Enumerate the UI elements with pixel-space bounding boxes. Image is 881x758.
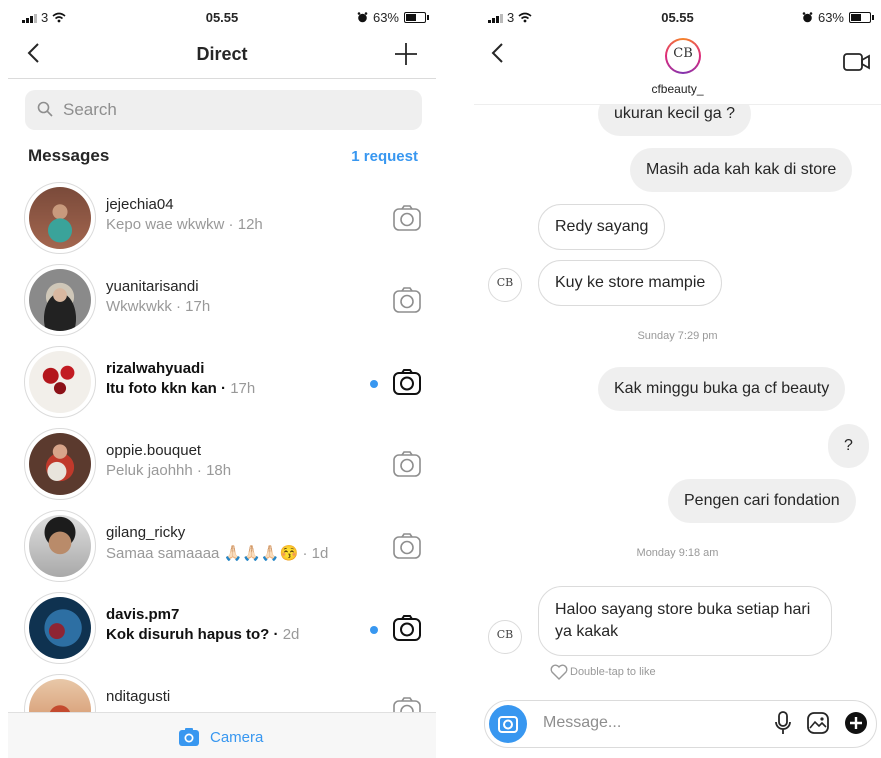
- thread-username: rizalwahyuadi: [106, 360, 205, 377]
- avatar: [24, 264, 96, 336]
- thread-row[interactable]: yuanitarisandi Wkwkwkk · 17h: [8, 260, 436, 340]
- direct-inbox-screen: 3 05.55 63% Direct Search Messages 1 req…: [8, 0, 436, 758]
- battery-indicator: 63%: [357, 10, 429, 25]
- microphone-icon[interactable]: [774, 711, 792, 735]
- message-composer: Message...: [484, 700, 877, 748]
- video-call-icon[interactable]: [843, 52, 871, 72]
- thread-username: yuanitarisandi: [106, 278, 199, 295]
- message-bubble-sent[interactable]: Kak minggu buka ga cf beauty: [598, 367, 846, 411]
- chat-username[interactable]: cfbeauty_: [474, 82, 881, 96]
- battery-percent: 63%: [372, 10, 399, 25]
- search-placeholder: Search: [63, 100, 117, 119]
- battery-percent: 63%: [817, 10, 844, 25]
- camera-icon[interactable]: [392, 450, 422, 478]
- thread-preview: Kepo wae wkwkw · 12h: [106, 216, 263, 233]
- heart-icon: [550, 664, 568, 680]
- thread-row[interactable]: gilang_ricky Samaa samaaaa 🙏🏻🙏🏻🙏🏻😚 · 1d: [8, 506, 436, 586]
- messages-heading: Messages: [28, 146, 110, 165]
- search-input[interactable]: Search: [25, 90, 422, 130]
- message-bubble-sent[interactable]: ?: [828, 424, 869, 468]
- thread-preview: Itu foto kkn kan · 17h: [106, 380, 256, 397]
- thread-preview: Peluk jaohhh · 18h: [106, 462, 232, 479]
- timestamp: Monday 9:18 am: [636, 547, 719, 559]
- thread-row[interactable]: davis.pm7 Kok disuruh hapus to? · 2d: [8, 588, 436, 668]
- thread-row[interactable]: rizalwahyuadi Itu foto kkn kan · 17h: [8, 342, 436, 422]
- battery-icon: [404, 12, 429, 23]
- message-bubble-received[interactable]: Kuy ke store mampie: [538, 260, 723, 306]
- chevron-left-icon: [491, 43, 503, 63]
- battery-indicator: 63%: [802, 10, 874, 25]
- camera-bar: Camera: [8, 712, 436, 758]
- profile-avatar[interactable]: CB: [665, 38, 701, 74]
- double-tap-hint: Double-tap to like: [550, 664, 656, 680]
- camera-button[interactable]: Camera: [178, 727, 263, 747]
- status-bar: 3 05.55 63%: [474, 0, 881, 32]
- message-bubble-sent[interactable]: Masih ada kah kak di store: [630, 148, 853, 192]
- message-input[interactable]: Message...: [543, 714, 621, 732]
- plus-circle-icon[interactable]: [844, 711, 868, 735]
- avatar: [24, 182, 96, 254]
- back-button[interactable]: [490, 42, 504, 67]
- avatar: [24, 428, 96, 500]
- thread-row[interactable]: oppie.bouquet Peluk jaohhh · 18h: [8, 424, 436, 504]
- thread-preview: Samaa samaaaa 🙏🏻🙏🏻🙏🏻😚 · 1d: [106, 545, 329, 562]
- thread-username: jejechia04: [106, 196, 174, 213]
- alarm-icon: [802, 12, 813, 23]
- thread-preview: Wkwkwkk · 17h: [106, 298, 211, 315]
- thread-username: davis.pm7: [106, 606, 180, 623]
- camera-icon: [179, 728, 199, 746]
- camera-icon[interactable]: [392, 532, 422, 560]
- brand-monogram: CB: [673, 46, 693, 61]
- thread-username: nditagusti: [106, 688, 171, 705]
- avatar: [24, 592, 96, 664]
- camera-icon[interactable]: [392, 286, 422, 314]
- thread-preview: Kok disuruh hapus to? · 2d: [106, 626, 300, 643]
- chat-header: CB cfbeauty_: [474, 32, 881, 105]
- new-message-button[interactable]: [394, 36, 418, 71]
- status-bar: 3 05.55 63%: [8, 0, 436, 32]
- camera-icon[interactable]: [392, 368, 422, 396]
- message-bubble-received[interactable]: Redy sayang: [538, 204, 666, 250]
- camera-icon[interactable]: [392, 614, 422, 642]
- thread-username: oppie.bouquet: [106, 442, 202, 459]
- battery-icon: [849, 12, 874, 23]
- search-icon: [37, 101, 53, 117]
- camera-icon: [498, 716, 518, 733]
- camera-button[interactable]: [489, 705, 527, 743]
- chat-screen: 3 05.55 63% CB cfbeauty_ ukuran kecil ga…: [474, 0, 881, 758]
- message-bubble-sent[interactable]: Pengen cari fondation: [668, 479, 856, 523]
- avatar: [24, 510, 96, 582]
- camera-icon[interactable]: [392, 204, 422, 232]
- message-requests-link[interactable]: 1 request: [351, 148, 418, 165]
- avatar: [24, 346, 96, 418]
- message-bubble-received[interactable]: Haloo sayang store buka setiap hari ya k…: [538, 586, 832, 656]
- camera-label: Camera: [210, 728, 264, 746]
- gallery-icon[interactable]: [806, 711, 830, 735]
- thread-row[interactable]: jejechia04 Kepo wae wkwkw · 12h: [8, 178, 436, 258]
- unread-dot: [370, 626, 378, 634]
- sender-avatar: CB: [488, 268, 522, 302]
- unread-dot: [370, 380, 378, 388]
- alarm-icon: [357, 12, 368, 23]
- plus-icon: [395, 43, 417, 65]
- thread-username: gilang_ricky: [106, 524, 186, 541]
- page-title: Direct: [196, 44, 248, 64]
- sender-avatar: CB: [488, 620, 522, 654]
- timestamp: Sunday 7:29 pm: [637, 330, 718, 342]
- inbox-header: Direct: [8, 32, 436, 79]
